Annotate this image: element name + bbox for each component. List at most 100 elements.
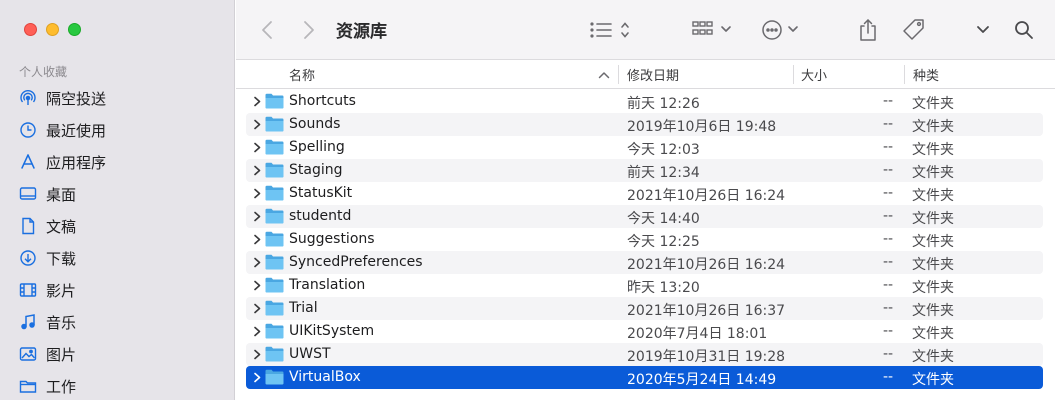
- zoom-window-button[interactable]: [68, 23, 81, 36]
- disclosure-triangle-icon[interactable]: [252, 119, 262, 130]
- folder-icon: [265, 139, 284, 155]
- table-row[interactable]: studentd 今天 14:40 -- 文件夹: [246, 205, 1043, 228]
- file-kind: 文件夹: [912, 349, 954, 365]
- sidebar-item-documents[interactable]: 文稿: [18, 212, 223, 240]
- list-view-icon: [590, 22, 629, 38]
- sidebar-item-recents[interactable]: 最近使用: [18, 116, 223, 144]
- file-kind: 文件夹: [912, 188, 954, 204]
- file-list[interactable]: Shortcuts 前天 12:26 -- 文件夹 Sounds 2019年10…: [236, 90, 1055, 400]
- share-button[interactable]: [856, 16, 880, 44]
- file-kind: 文件夹: [912, 372, 954, 388]
- disclosure-triangle-icon[interactable]: [252, 326, 262, 337]
- column-divider[interactable]: [793, 65, 794, 84]
- column-divider[interactable]: [904, 65, 905, 84]
- folder-icon: [265, 116, 284, 132]
- search-button[interactable]: [1012, 16, 1036, 44]
- disclosure-triangle-icon[interactable]: [252, 349, 262, 360]
- table-row[interactable]: Spelling 今天 12:03 -- 文件夹: [246, 136, 1043, 159]
- table-row[interactable]: StatusKit 2021年10月26日 16:24 -- 文件夹: [246, 182, 1043, 205]
- file-size: --: [883, 139, 894, 155]
- file-kind: 文件夹: [912, 280, 954, 296]
- file-size: --: [883, 254, 894, 270]
- photo-icon: [18, 344, 38, 364]
- table-row[interactable]: Staging 前天 12:34 -- 文件夹: [246, 159, 1043, 182]
- disclosure-triangle-icon[interactable]: [252, 96, 262, 107]
- table-row[interactable]: UWST 2019年10月31日 19:28 -- 文件夹: [246, 343, 1043, 366]
- applications-icon: [18, 152, 38, 172]
- column-kind[interactable]: 种类: [913, 60, 939, 89]
- music-icon: [18, 312, 38, 332]
- column-name[interactable]: 名称: [289, 60, 315, 89]
- disclosure-triangle-icon[interactable]: [252, 280, 262, 291]
- table-row[interactable]: Trial 2021年10月26日 16:37 -- 文件夹: [246, 297, 1043, 320]
- table-row[interactable]: UIKitSystem 2020年7月4日 18:01 -- 文件夹: [246, 320, 1043, 343]
- disclosure-triangle-icon[interactable]: [252, 372, 262, 383]
- sidebar-item-airdrop[interactable]: 隔空投送: [18, 84, 223, 112]
- sidebar-item-music[interactable]: 音乐: [18, 308, 223, 336]
- disclosure-triangle-icon[interactable]: [252, 234, 262, 245]
- file-name: Suggestions: [289, 231, 375, 247]
- file-kind: 文件夹: [912, 211, 954, 227]
- forward-button[interactable]: [298, 16, 320, 44]
- table-row[interactable]: SyncedPreferences 2021年10月26日 16:24 -- 文…: [246, 251, 1043, 274]
- sidebar-item-label: 最近使用: [46, 121, 107, 140]
- disclosure-triangle-icon[interactable]: [252, 257, 262, 268]
- column-modified[interactable]: 修改日期: [627, 60, 679, 89]
- desktop-icon: [18, 184, 38, 204]
- file-kind: 文件夹: [912, 142, 954, 158]
- table-row[interactable]: Sounds 2019年10月6日 19:48 -- 文件夹: [246, 113, 1043, 136]
- tag-button[interactable]: [900, 16, 928, 44]
- file-name: StatusKit: [289, 185, 353, 201]
- column-size[interactable]: 大小: [801, 60, 827, 89]
- disclosure-triangle-icon[interactable]: [252, 165, 262, 176]
- folder-icon: [265, 93, 284, 109]
- film-icon: [18, 280, 38, 300]
- more-toolbar-button[interactable]: [973, 16, 993, 44]
- table-row[interactable]: Translation 昨天 13:20 -- 文件夹: [246, 274, 1043, 297]
- sidebar-item-pictures[interactable]: 图片: [18, 340, 223, 368]
- column-kind-label: 种类: [913, 69, 940, 84]
- sidebar-item-applications[interactable]: 应用程序: [18, 148, 223, 176]
- chevron-left-icon: [262, 21, 272, 39]
- file-name: Sounds: [289, 116, 341, 132]
- back-button[interactable]: [256, 16, 278, 44]
- file-name: Spelling: [289, 139, 345, 155]
- sidebar-item-label: 下载: [46, 249, 77, 268]
- minimize-window-button[interactable]: [46, 23, 59, 36]
- file-size: --: [883, 231, 894, 247]
- chevron-up-icon: [598, 71, 610, 78]
- folder-icon: [18, 376, 38, 396]
- toolbar: 资源库: [236, 0, 1055, 60]
- folder-icon: [265, 254, 284, 270]
- table-row[interactable]: Shortcuts 前天 12:26 -- 文件夹: [246, 90, 1043, 113]
- file-modified-date: 2019年10月6日 19:48: [627, 119, 777, 135]
- sidebar-item-work[interactable]: 工作: [18, 372, 223, 400]
- file-modified-date: 前天 12:26: [627, 96, 700, 112]
- file-size: --: [883, 277, 894, 293]
- sidebar-item-movies[interactable]: 影片: [18, 276, 223, 304]
- sidebar-item-label: 工作: [46, 377, 77, 396]
- disclosure-triangle-icon[interactable]: [252, 211, 262, 222]
- table-row[interactable]: Suggestions 今天 12:25 -- 文件夹: [246, 228, 1043, 251]
- column-divider[interactable]: [618, 65, 619, 84]
- file-modified-date: 2021年10月26日 16:37: [627, 303, 786, 319]
- close-window-button[interactable]: [24, 23, 37, 36]
- sort-indicator[interactable]: [598, 60, 610, 89]
- folder-icon: [265, 231, 284, 247]
- file-modified-date: 前天 12:34: [627, 165, 700, 181]
- sidebar-item-desktop[interactable]: 桌面: [18, 180, 223, 208]
- window-title: 资源库: [336, 22, 387, 42]
- group-button[interactable]: [692, 16, 736, 44]
- file-size: --: [883, 93, 894, 109]
- disclosure-triangle-icon[interactable]: [252, 188, 262, 199]
- sidebar-item-downloads[interactable]: 下载: [18, 244, 223, 272]
- disclosure-triangle-icon[interactable]: [252, 303, 262, 314]
- view-mode-button[interactable]: [589, 16, 633, 44]
- disclosure-triangle-icon[interactable]: [252, 142, 262, 153]
- action-menu-button[interactable]: [761, 16, 803, 44]
- chevron-down-icon: [977, 26, 989, 33]
- file-modified-date: 2021年10月26日 16:24: [627, 188, 786, 204]
- column-size-label: 大小: [801, 69, 828, 84]
- folder-icon: [265, 185, 284, 201]
- table-row[interactable]: VirtualBox 2020年5月24日 14:49 -- 文件夹: [246, 366, 1043, 389]
